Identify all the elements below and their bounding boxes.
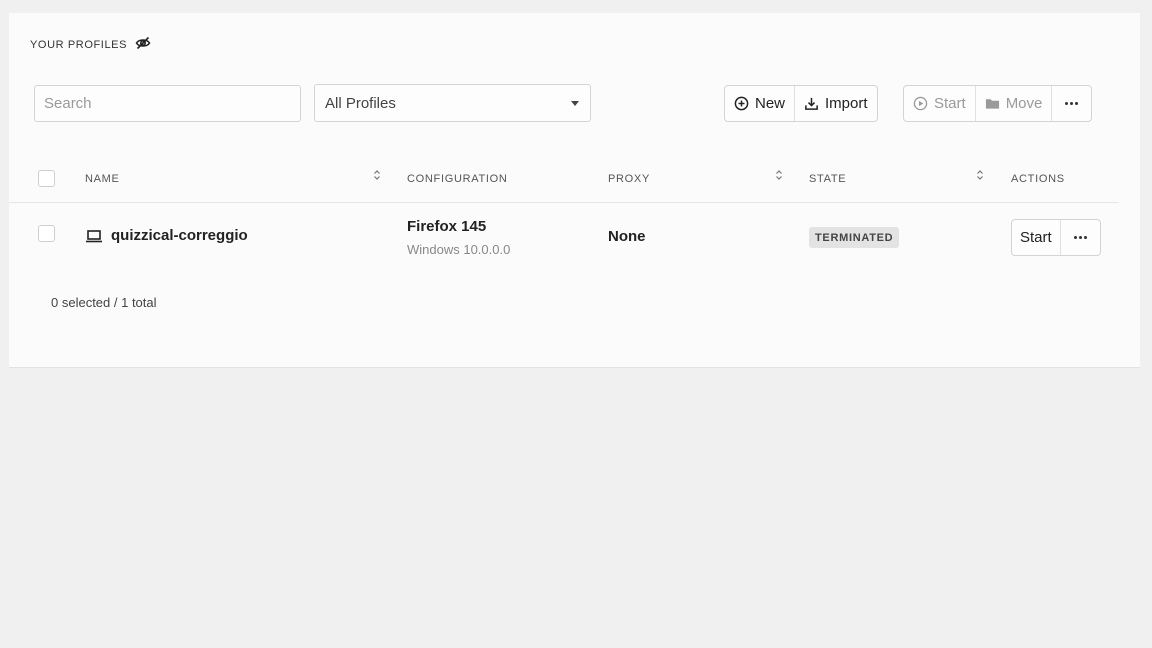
search-input[interactable] <box>34 85 301 122</box>
create-button-group: New Import <box>724 85 878 122</box>
row-more-button[interactable] <box>1059 220 1100 255</box>
download-icon <box>805 97 818 110</box>
select-all-checkbox[interactable] <box>38 170 55 187</box>
column-header-name[interactable]: NAME <box>85 173 120 185</box>
bulk-action-group: Start Move <box>903 85 1093 122</box>
row-checkbox[interactable] <box>38 225 55 242</box>
sort-icon[interactable] <box>976 169 984 181</box>
profiles-card: YOUR PROFILES All Profiles New Import <box>9 13 1140 368</box>
eye-off-icon[interactable] <box>135 35 151 54</box>
proxy-value: None <box>608 228 646 245</box>
folder-icon <box>985 99 999 109</box>
profile-filter-select[interactable]: All Profiles <box>314 84 591 122</box>
column-header-proxy[interactable]: PROXY <box>608 173 650 185</box>
row-start-label: Start <box>1020 229 1052 246</box>
profile-filter-value: All Profiles <box>325 94 396 112</box>
play-circle-icon <box>913 96 928 111</box>
laptop-icon <box>86 229 102 242</box>
profile-name-cell[interactable]: quizzical-correggio <box>85 227 248 244</box>
more-icon <box>1065 102 1079 105</box>
profile-name: quizzical-correggio <box>111 227 248 244</box>
configuration-browser: Firefox 145 <box>407 218 487 235</box>
bulk-start-label: Start <box>934 95 966 112</box>
configuration-os: Windows 10.0.0.0 <box>407 242 511 257</box>
caret-down-icon <box>571 100 579 106</box>
bulk-move-label: Move <box>1005 95 1043 112</box>
sort-icon[interactable] <box>373 169 381 181</box>
section-title: YOUR PROFILES <box>30 35 151 54</box>
status-badge: TERMINATED <box>809 227 900 248</box>
new-button-label: New <box>755 95 786 112</box>
column-header-actions: ACTIONS <box>1011 173 1065 185</box>
column-header-configuration: CONFIGURATION <box>407 173 508 185</box>
import-button[interactable]: Import <box>794 86 877 121</box>
section-title-label: YOUR PROFILES <box>30 38 128 51</box>
more-icon <box>1073 236 1087 239</box>
import-button-label: Import <box>825 95 868 112</box>
sort-icon[interactable] <box>775 169 783 181</box>
row-start-button[interactable]: Start <box>1012 220 1060 255</box>
bulk-more-button[interactable] <box>1051 86 1091 121</box>
row-action-group: Start <box>1011 219 1101 256</box>
bulk-move-button[interactable]: Move <box>974 86 1052 121</box>
selection-summary: 0 selected / 1 total <box>51 295 157 310</box>
column-header-state[interactable]: STATE <box>809 173 846 185</box>
new-button[interactable]: New <box>725 86 794 121</box>
table-header: NAME CONFIGURATION PROXY STATE ACTIONS <box>9 163 1119 203</box>
plus-circle-icon <box>734 96 749 111</box>
bulk-start-button[interactable]: Start <box>904 86 975 121</box>
